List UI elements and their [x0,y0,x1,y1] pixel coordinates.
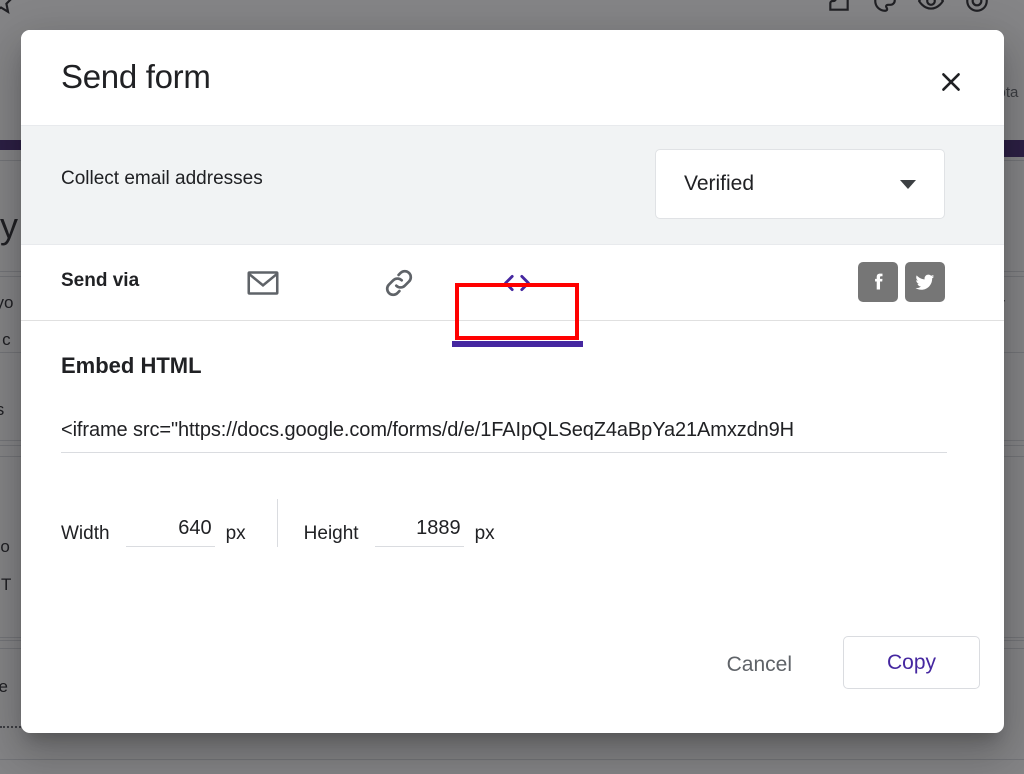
embed-code-field[interactable]: <iframe src="https://docs.google.com/for… [61,419,947,453]
dialog-title: Send form [61,58,211,96]
active-tab-underline [452,341,583,347]
tab-send-via-link[interactable] [337,245,461,320]
embed-code-icon [499,268,535,298]
link-icon [381,265,417,301]
dimensions-separator [277,499,278,547]
collect-email-selected-value: Verified [684,172,754,196]
screen: yf yoa cisFoDITveTotarry Send form Colle… [0,0,1024,774]
cancel-button[interactable]: Cancel [717,641,802,689]
close-icon[interactable] [934,65,968,99]
facebook-icon [867,271,889,293]
width-label: Width [61,523,110,547]
send-via-label: Send via [61,270,139,292]
height-unit: px [475,523,495,547]
embed-html-heading: Embed HTML [61,353,202,379]
collect-email-section: Collect email addresses Verified [21,125,1004,245]
width-unit: px [226,523,246,547]
width-input[interactable]: 640 [126,517,215,547]
chevron-down-icon [900,180,916,189]
send-via-section: Send via [21,245,1004,321]
dialog-header: Send form [21,30,1004,125]
height-label: Height [304,523,359,547]
embed-dimensions-row: Width 640 px Height 1889 px [61,499,495,547]
twitter-icon [914,271,936,293]
copy-button[interactable]: Copy [843,636,980,689]
tab-send-via-embed[interactable] [455,245,579,320]
embed-code-value: <iframe src="https://docs.google.com/for… [61,419,947,442]
send-form-dialog: Send form Collect email addresses Verifi… [21,30,1004,733]
dialog-footer: Cancel Copy [21,618,1004,733]
collect-email-dropdown[interactable]: Verified [655,149,945,219]
collect-email-label: Collect email addresses [61,168,263,190]
share-facebook-button[interactable] [858,262,898,302]
tab-send-via-email[interactable] [201,245,325,320]
email-icon [245,265,281,301]
embed-html-section: Embed HTML <iframe src="https://docs.goo… [21,321,1004,656]
height-input[interactable]: 1889 [375,517,464,547]
share-twitter-button[interactable] [905,262,945,302]
